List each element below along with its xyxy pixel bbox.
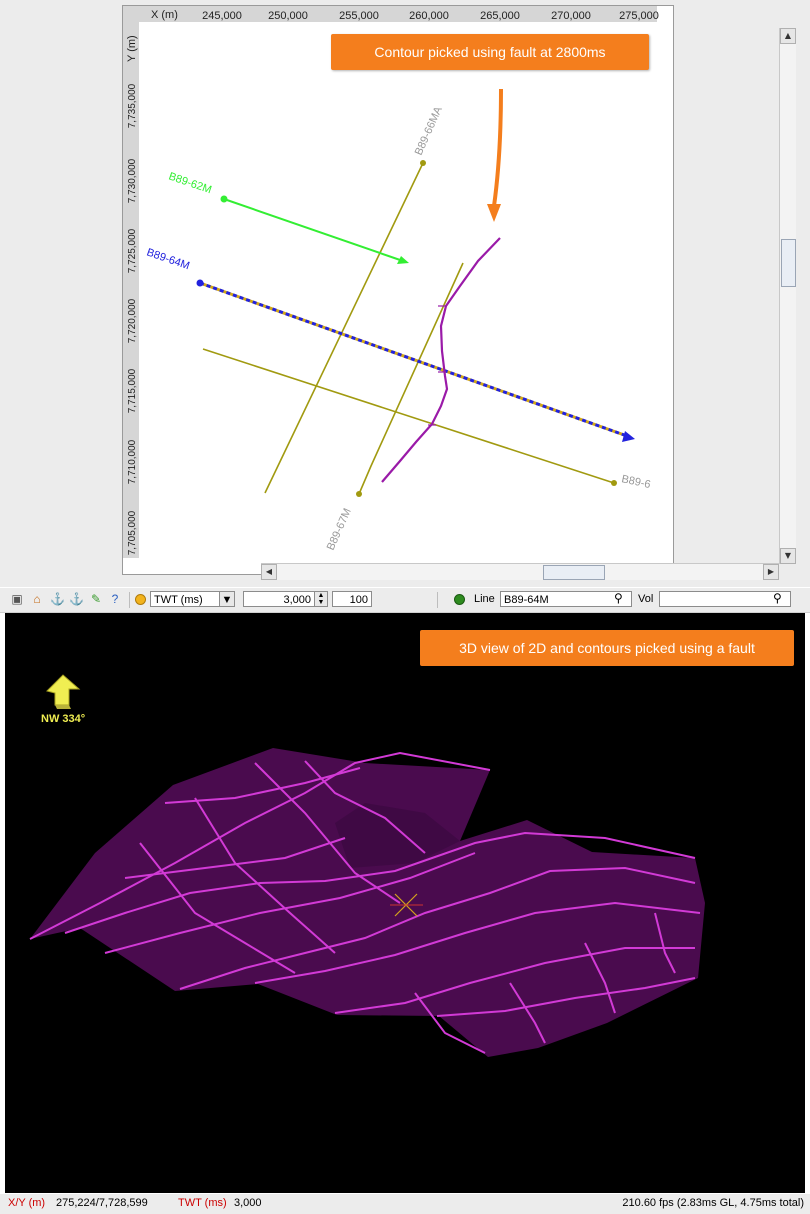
line-label: Line [474, 593, 495, 605]
step-input[interactable]: 100 [332, 591, 372, 607]
x-tick-label: 260,000 [409, 10, 449, 22]
toolbar-divider-2 [437, 592, 438, 608]
line-input[interactable]: B89-64M [500, 591, 632, 607]
basemap-canvas[interactable]: 245,000 250,000 255,000 260,000 265,000 270,0… [123, 6, 673, 574]
horizon-surface[interactable] [30, 748, 705, 1057]
x-tick-label: 270,000 [551, 10, 591, 22]
time-spinner[interactable]: ▲ ▼ [314, 591, 328, 607]
view-toolbar: ▣ ⌂ ⚓ ⚓ ✎ ? TWT (ms) ▼ 3,000 ▲ ▼ 100 Line… [0, 588, 810, 613]
scroll-down-button[interactable]: ▼ [780, 548, 796, 564]
status-bar: X/Y (m) 275,224/7,728,599 TWT (ms) 3,000… [0, 1194, 810, 1214]
y-tick-label: 7,730,000 [127, 158, 138, 203]
line-b89-6[interactable] [202, 348, 615, 484]
camera-icon[interactable]: ▣ [10, 592, 24, 606]
y-tick-label: 7,715,000 [127, 368, 138, 413]
label-b89-6: B89-6 [620, 473, 651, 491]
label-b89-64m: B89-64M [145, 246, 191, 272]
wrench-icon[interactable]: ✎ [89, 592, 103, 606]
horizontal-scrollbar[interactable]: ◀ ▶ [261, 563, 779, 580]
help-icon[interactable]: ? [108, 592, 122, 606]
viewer-callout: 3D view of 2D and contours picked using … [420, 630, 794, 666]
y-tick-label: 7,735,000 [127, 83, 138, 128]
picked-contour[interactable] [381, 237, 501, 483]
line-search-icon[interactable]: ⚲ [614, 591, 623, 605]
vertical-scrollbar[interactable]: ▲ ▼ [779, 28, 796, 564]
line-b89-62m-start [220, 195, 228, 203]
y-axis-label: Y (m) [126, 35, 138, 62]
callout-arrow [492, 88, 503, 207]
y-tick-label: 7,725,000 [127, 228, 138, 273]
x-tick-label: 245,000 [202, 10, 242, 22]
x-tick-label: 255,000 [339, 10, 379, 22]
y-tick-label: 7,705,000 [127, 510, 138, 555]
fps-readout: 210.60 fps (2.83ms GL, 4.75ms total) [622, 1197, 804, 1209]
vol-label: Vol [638, 593, 654, 605]
line-b89-66ma[interactable] [264, 162, 424, 494]
compass-arrow-icon [46, 674, 81, 709]
horizontal-scroll-thumb[interactable] [543, 565, 605, 580]
x-tick-label: 275,000 [619, 10, 659, 22]
map-callout: Contour picked using fault at 2800ms [331, 34, 649, 70]
line-b89-67m-end [356, 491, 362, 497]
x-axis-label: X (m) [151, 9, 178, 21]
line-b89-64m-arrow [622, 431, 635, 442]
line-b89-62m[interactable] [223, 198, 404, 262]
xy-label: X/Y (m) [8, 1197, 46, 1209]
callout-arrowhead [487, 204, 501, 222]
x-tick-label: 265,000 [480, 10, 520, 22]
compass-label: NW 334° [41, 713, 85, 725]
3d-viewer[interactable]: NW 334° 3D view of 2D and contours picke… [5, 613, 805, 1193]
scroll-up-button[interactable]: ▲ [780, 28, 796, 44]
line-b89-6-end [611, 480, 617, 486]
time-input[interactable]: 3,000 [243, 591, 315, 607]
3d-scene[interactable]: NW 334° [5, 613, 805, 1193]
x-tick-label: 250,000 [268, 10, 308, 22]
xy-value: 275,224/7,728,599 [56, 1197, 148, 1209]
vol-input[interactable] [659, 591, 791, 607]
anchor-icon[interactable]: ⚓ [50, 592, 65, 606]
label-b89-67m: B89-67M [325, 507, 354, 553]
vertical-scroll-thumb[interactable] [781, 239, 796, 287]
vol-search-icon[interactable]: ⚲ [773, 591, 782, 605]
line-status-icon [454, 594, 465, 605]
x-axis-ticks: 245,000 250,000 255,000 260,000 265,000 270,0… [202, 10, 659, 22]
twt-label: TWT (ms) [178, 1197, 227, 1209]
home-icon[interactable]: ⌂ [30, 592, 44, 606]
domain-select[interactable]: TWT (ms) [150, 591, 220, 607]
domain-status-icon [135, 594, 146, 605]
anchor-settings-icon[interactable]: ⚓ [69, 592, 84, 606]
twt-value: 3,000 [234, 1197, 262, 1209]
toolbar-divider [129, 592, 130, 608]
y-tick-label: 7,710,000 [127, 439, 138, 484]
line-b89-64m-start [196, 279, 204, 287]
label-b89-62m: B89-62M [167, 170, 213, 196]
line-b89-67m[interactable] [358, 262, 464, 495]
scroll-right-button[interactable]: ▶ [763, 564, 779, 580]
scroll-left-button[interactable]: ◀ [261, 564, 277, 580]
label-b89-66ma: B89-66MA [413, 104, 445, 157]
line-b89-66ma-end [420, 160, 426, 166]
basemap-view[interactable]: 245,000 250,000 255,000 260,000 265,000 270,0… [122, 5, 796, 580]
domain-dropdown-button[interactable]: ▼ [219, 591, 235, 607]
map-panel: 245,000 250,000 255,000 260,000 265,000 270,0… [0, 0, 810, 587]
y-tick-label: 7,720,000 [127, 298, 138, 343]
